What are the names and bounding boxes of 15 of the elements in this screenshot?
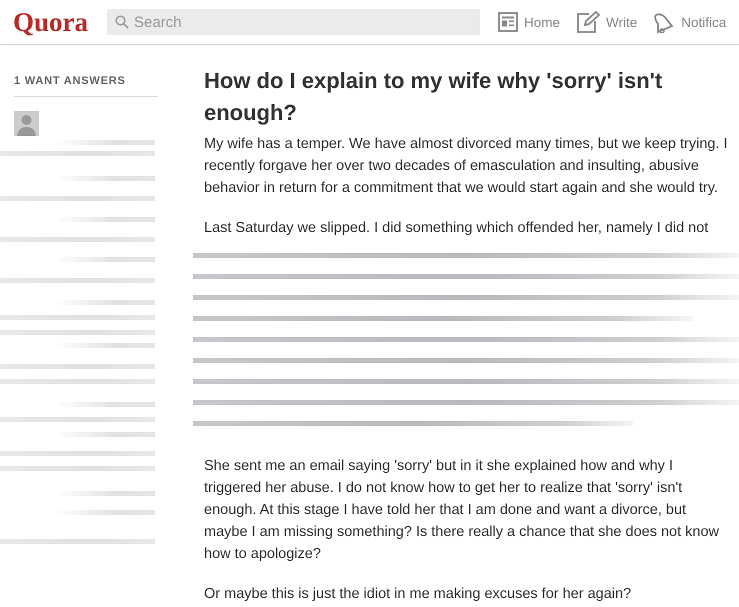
question-paragraph: She sent me an email saying 'sorry' but in it she explained how and why I triggered her abuse. I do not know how to get her to realize that 'sorry' isn't enough. At this stage I have told her that I am done and want a divorce, but maybe I am missing something? Is there really a chance that she does not know how to apologize? xyxy=(204,457,720,564)
bell-icon xyxy=(653,11,676,33)
search-field[interactable]: Search xyxy=(107,9,480,35)
quora-logo[interactable]: Quora xyxy=(13,6,94,38)
news-feed-icon xyxy=(498,12,518,32)
question-paragraph: My wife has a temper. We have almost divorced many times, but we keep trying. I recently forgave her over two decades of emasculation and insulting, abusive behavior in return for a commitment that we would start again and she would try. xyxy=(204,135,728,198)
want-answers-heading: 1 WANT ANSWERS xyxy=(14,75,158,97)
question-paragraph: Last Saturday we slipped. I did something which offended her, namely I did not xyxy=(204,219,710,238)
pencil-square-icon xyxy=(576,11,600,33)
question-title: How do I explain to my wife why 'sorry' isn't enough? xyxy=(204,67,664,127)
nav-link[interactable]: Write xyxy=(576,11,638,33)
avatar-icon[interactable] xyxy=(14,111,39,136)
nav-link[interactable]: Notifica xyxy=(653,11,726,33)
question-paragraph: Or maybe this is just the idiot in me making excuses for her again? xyxy=(204,585,632,604)
nav-link[interactable]: Home xyxy=(498,11,560,33)
